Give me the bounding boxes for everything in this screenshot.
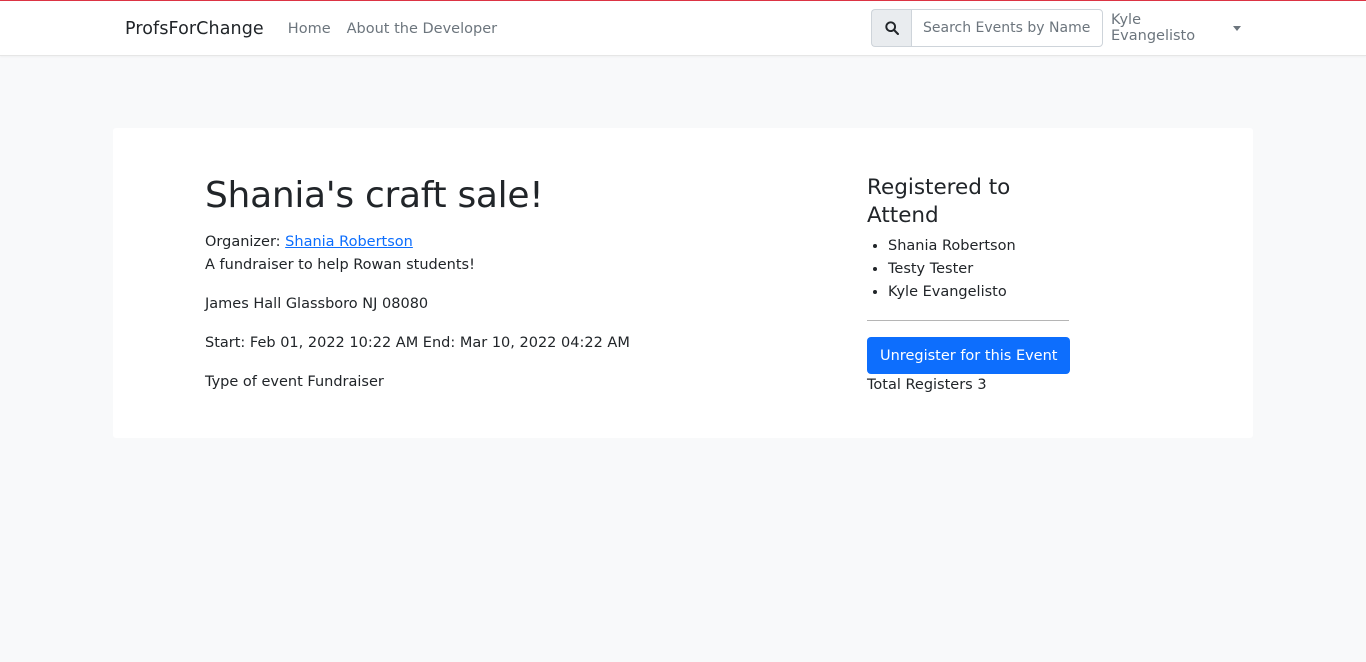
nav-link-home[interactable]: Home <box>288 21 331 37</box>
brand-link[interactable]: ProfsForChange <box>125 19 264 39</box>
list-item: Testy Tester <box>888 258 1077 281</box>
list-item: Shania Robertson <box>888 235 1077 258</box>
event-location: James Hall Glassboro NJ 08080 <box>205 296 429 312</box>
registration-title: Registered to Attend <box>867 175 1011 228</box>
organizer-link[interactable]: Shania Robertson <box>285 234 413 250</box>
list-item: Kyle Evangelisto <box>888 281 1077 304</box>
organizer-label: Organizer: <box>205 234 281 250</box>
event-description: A fundraiser to help Rowan students! <box>205 257 475 273</box>
nav-link-about-developer[interactable]: About the Developer <box>347 21 497 37</box>
nav-right: Kyle Evangelisto <box>871 9 1241 47</box>
search-icon <box>884 21 899 35</box>
event-title: Shania's craft sale! <box>205 175 544 216</box>
event-type: Type of event Fundraiser <box>205 374 384 390</box>
total-registers: Total Registers 3 <box>867 377 987 393</box>
attendee-list: Shania Robertson Testy Tester Kyle Evang… <box>867 235 1077 304</box>
search-button[interactable] <box>871 9 911 47</box>
user-name: Kyle Evangelisto <box>1111 12 1196 44</box>
caret-down-icon <box>1233 26 1241 31</box>
navbar-inner: ProfsForChange Home About the Developer … <box>125 1 1241 56</box>
user-dropdown[interactable]: Kyle Evangelisto <box>1111 12 1241 44</box>
search-group <box>871 9 1103 47</box>
event-card: Shania's craft sale! Organizer: Shania R… <box>113 128 1253 438</box>
organizer-line: Organizer: Shania Robertson <box>205 231 765 254</box>
unregister-button[interactable]: Unregister for this Event <box>867 337 1071 374</box>
navbar: ProfsForChange Home About the Developer … <box>0 1 1366 56</box>
event-details: Shania's craft sale! Organizer: Shania R… <box>205 174 765 394</box>
search-input[interactable] <box>911 9 1103 47</box>
divider <box>867 320 1069 321</box>
event-schedule: Start: Feb 01, 2022 10:22 AM End: Mar 10… <box>205 335 630 351</box>
registration-panel: Registered to Attend Shania Robertson Te… <box>867 174 1077 397</box>
